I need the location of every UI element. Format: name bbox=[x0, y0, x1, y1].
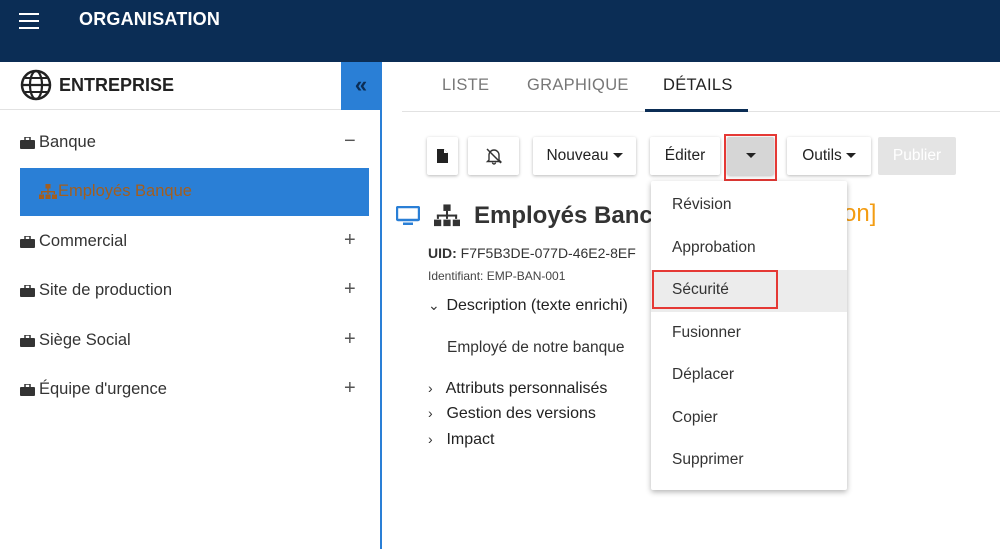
briefcase-icon bbox=[20, 285, 35, 297]
menu-item-supprimer[interactable]: Supprimer bbox=[651, 440, 847, 482]
edit-button[interactable]: Éditer bbox=[650, 137, 720, 175]
app-title: ORGANISATION bbox=[79, 9, 221, 29]
menu-item-label: Révision bbox=[672, 196, 732, 213]
edit-button-label: Éditer bbox=[664, 147, 706, 164]
edit-dropdown-menu: Révision Approbation Sécurité Fusionner … bbox=[651, 181, 847, 490]
sidebar-item-label: Commercial bbox=[39, 232, 128, 250]
sidebar-item-label: Site de production bbox=[39, 281, 173, 299]
collapse-toggle[interactable]: − bbox=[344, 130, 356, 153]
sidebar-item-site-de-production[interactable]: Site de production + bbox=[20, 278, 370, 308]
chevron-down-icon: ⌄ bbox=[428, 297, 440, 313]
menu-item-fusionner[interactable]: Fusionner bbox=[651, 313, 847, 355]
tab-liste[interactable]: LISTE bbox=[442, 76, 489, 95]
title-suffix: on] bbox=[843, 200, 877, 227]
section-label: Impact bbox=[446, 431, 495, 448]
top-bar: ORGANISATION bbox=[0, 0, 1000, 62]
sidebar: ENTREPRISE « Banque − Employés Banque Co… bbox=[0, 62, 382, 549]
uid-value: F7F5B3DE-077D-46E2-8EF bbox=[460, 245, 636, 261]
globe-icon bbox=[20, 69, 52, 101]
section-versions[interactable]: › Gestion des versions bbox=[428, 405, 596, 423]
document-button[interactable] bbox=[427, 137, 458, 175]
sidebar-title: ENTREPRISE bbox=[59, 75, 175, 95]
notifications-off-button[interactable] bbox=[468, 137, 519, 175]
section-impact[interactable]: › Impact bbox=[428, 431, 494, 449]
tab-graphique[interactable]: GRAPHIQUE bbox=[527, 76, 629, 95]
sidebar-item-label: Banque bbox=[39, 133, 96, 151]
tab-bar: LISTE GRAPHIQUE DÉTAILS bbox=[402, 62, 1000, 112]
new-button-label: Nouveau bbox=[546, 147, 609, 164]
chevron-down-icon bbox=[612, 153, 623, 159]
briefcase-icon bbox=[20, 335, 35, 347]
sidebar-item-siege-social[interactable]: Siège Social + bbox=[20, 328, 370, 358]
monitor-icon bbox=[396, 206, 420, 225]
bell-off-icon bbox=[485, 148, 502, 165]
tab-details[interactable]: DÉTAILS bbox=[663, 76, 733, 95]
menu-icon[interactable] bbox=[19, 13, 39, 29]
sidebar-item-employes-banque[interactable]: Employés Banque bbox=[20, 168, 369, 216]
briefcase-icon bbox=[20, 236, 35, 248]
sidebar-item-commercial[interactable]: Commercial + bbox=[20, 229, 370, 259]
section-custom-attributes[interactable]: › Attributs personnalisés bbox=[428, 380, 607, 398]
document-icon bbox=[437, 148, 448, 163]
chevron-right-icon: › bbox=[428, 380, 433, 396]
sidebar-item-equipe-urgence[interactable]: Équipe d'urgence + bbox=[20, 377, 370, 407]
menu-item-label: Fusionner bbox=[672, 324, 741, 341]
tools-button[interactable]: Outils bbox=[787, 137, 871, 175]
briefcase-icon bbox=[20, 384, 35, 396]
expand-toggle[interactable]: + bbox=[344, 328, 356, 351]
sidebar-item-label: Équipe d'urgence bbox=[39, 380, 167, 398]
sidebar-item-label: Employés Banque bbox=[58, 182, 192, 200]
sidebar-item-label: Siège Social bbox=[39, 331, 131, 349]
new-button[interactable]: Nouveau bbox=[533, 137, 636, 175]
section-label: Attributs personnalisés bbox=[445, 380, 608, 397]
menu-item-deplacer[interactable]: Déplacer bbox=[651, 355, 847, 397]
description-section[interactable]: ⌄ Description (texte enrichi) bbox=[428, 297, 628, 315]
org-chart-icon bbox=[434, 204, 460, 227]
menu-item-approbation[interactable]: Approbation bbox=[651, 228, 847, 270]
section-label: Gestion des versions bbox=[446, 405, 596, 422]
description-body: Employé de notre banque bbox=[447, 339, 625, 356]
publish-button-label: Publier bbox=[892, 147, 942, 164]
description-header: Description (texte enrichi) bbox=[446, 297, 628, 314]
menu-item-label: Supprimer bbox=[672, 451, 744, 468]
menu-item-revision[interactable]: Révision bbox=[651, 185, 847, 227]
detail-title: Employés Banc bbox=[474, 202, 653, 229]
menu-item-copier[interactable]: Copier bbox=[651, 398, 847, 440]
menu-item-label: Approbation bbox=[672, 239, 756, 256]
identifier: Identifiant: EMP-BAN-001 bbox=[428, 269, 566, 283]
tools-button-label: Outils bbox=[802, 147, 842, 164]
collapse-sidebar-button[interactable]: « bbox=[341, 62, 381, 110]
expand-toggle[interactable]: + bbox=[344, 229, 356, 252]
sidebar-header: ENTREPRISE « bbox=[0, 62, 381, 110]
chevron-down-icon bbox=[845, 153, 856, 159]
publish-button[interactable]: Publier bbox=[878, 137, 956, 175]
uid-line: UID: F7F5B3DE-077D-46E2-8EF bbox=[428, 245, 636, 261]
briefcase-icon bbox=[20, 137, 35, 149]
menu-item-label: Déplacer bbox=[672, 366, 735, 383]
highlight-box bbox=[724, 134, 777, 181]
org-chart-icon bbox=[39, 184, 57, 199]
expand-toggle[interactable]: + bbox=[344, 377, 356, 400]
sidebar-item-banque[interactable]: Banque − bbox=[20, 130, 370, 160]
menu-item-label: Copier bbox=[672, 409, 718, 426]
highlight-box bbox=[652, 270, 778, 309]
active-tab-indicator bbox=[645, 109, 748, 112]
uid-label: UID: bbox=[428, 245, 457, 261]
expand-toggle[interactable]: + bbox=[344, 278, 356, 301]
chevron-right-icon: › bbox=[428, 431, 433, 447]
chevron-right-icon: › bbox=[428, 405, 433, 421]
